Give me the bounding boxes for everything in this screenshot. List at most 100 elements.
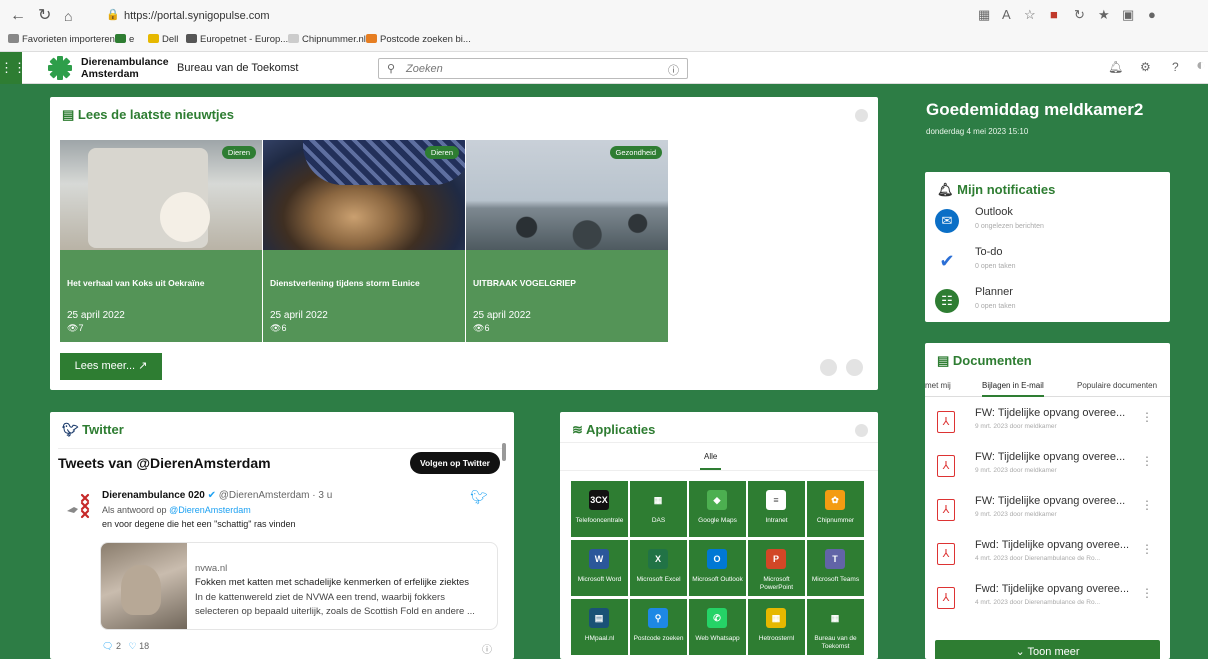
follow-button[interactable]: Volgen op Twitter bbox=[409, 452, 500, 474]
app-tile[interactable]: ✆ Web Whatsapp bbox=[689, 599, 746, 655]
bookmark-item[interactable]: Chipnummer.nl bbox=[288, 34, 366, 45]
document-item[interactable]: ⅄ FW: Tijdelijke opvang overee... 9 mrt.… bbox=[933, 449, 1163, 493]
app-launcher-icon[interactable]: ⋮⋮ bbox=[0, 52, 26, 84]
info-icon[interactable]: ⓘ bbox=[668, 62, 679, 78]
gear-icon[interactable]: ⚙ bbox=[1140, 60, 1151, 74]
card-menu-icon[interactable] bbox=[855, 109, 868, 122]
link-domain: nvwa.nl bbox=[195, 563, 228, 574]
document-meta: 4 mrt. 2023 door Dierenambulance de Ro..… bbox=[975, 555, 1101, 562]
scrollbar[interactable] bbox=[502, 443, 506, 461]
document-item[interactable]: ⅄ Fwd: Tijdelijke opvang overee... 4 mrt… bbox=[933, 537, 1163, 581]
refresh-icon[interactable]: ↻ bbox=[38, 6, 51, 26]
profile-icon[interactable]: ● bbox=[1148, 7, 1156, 22]
reply-icon[interactable]: 🗨︎ bbox=[102, 641, 113, 651]
notification-item-planner[interactable]: ☷ Planner 0 open taken bbox=[935, 286, 1155, 320]
app-tile[interactable]: ✿ Chipnummer bbox=[807, 481, 864, 537]
carousel-next-button[interactable] bbox=[846, 359, 863, 376]
add-favorite-icon[interactable]: ☆ bbox=[1024, 7, 1036, 23]
app-tile[interactable]: ▦ DAS bbox=[630, 481, 687, 537]
bookmark-item[interactable]: Dell bbox=[148, 34, 178, 45]
tweet-text: en voor degene die het een "schattig" ra… bbox=[102, 519, 296, 529]
more-options-icon[interactable]: ⋮ bbox=[1141, 454, 1153, 468]
app-tile[interactable]: X Microsoft Excel bbox=[630, 540, 687, 596]
more-options-icon[interactable]: ⋮ bbox=[1141, 410, 1153, 424]
more-options-icon[interactable]: ⋮ bbox=[1141, 586, 1153, 600]
document-item[interactable]: ⅄ FW: Tijdelijke opvang overee... 9 mrt.… bbox=[933, 493, 1163, 537]
read-more-button[interactable]: Lees meer... ↗ bbox=[60, 353, 162, 380]
tab-shared-with-me[interactable]: met mij bbox=[925, 381, 951, 390]
bookmark-icon bbox=[115, 34, 126, 43]
tab-email-attachments[interactable]: Bijlagen in E-mail bbox=[982, 381, 1044, 397]
app-tile[interactable]: ◆ Google Maps bbox=[689, 481, 746, 537]
app-tile[interactable]: 3CX Telefooncentrale bbox=[571, 481, 628, 537]
bookmark-item[interactable]: e bbox=[115, 34, 134, 45]
twitter-bird-icon[interactable]: 🐦︎ bbox=[470, 489, 488, 506]
app-tile[interactable]: ▦ Hetroosternl bbox=[748, 599, 805, 655]
app-header: ⋮⋮ Dierenambulance Amsterdam Bureau van … bbox=[0, 52, 1208, 84]
favorites-icon[interactable]: ★ bbox=[1098, 7, 1110, 23]
planner-icon: ☷ bbox=[935, 289, 959, 313]
app-tile[interactable]: ▤ HMpaal.nl bbox=[571, 599, 628, 655]
news-item-title: Het verhaal van Koks uit Oekraïne bbox=[67, 278, 205, 288]
card-menu-icon[interactable] bbox=[855, 424, 868, 437]
search-input[interactable]: ⚲ Zoeken ⓘ bbox=[378, 58, 688, 79]
app-tile[interactable]: P Microsoft PowerPoint bbox=[748, 540, 805, 596]
carousel-prev-button[interactable] bbox=[820, 359, 837, 376]
app-tile[interactable]: W Microsoft Word bbox=[571, 540, 628, 596]
more-options-icon[interactable]: ⋮ bbox=[1141, 542, 1153, 556]
tab-popular-documents[interactable]: Populaire documenten bbox=[1077, 381, 1157, 390]
heart-icon[interactable]: ♡ bbox=[128, 641, 136, 651]
app-tile[interactable]: O Microsoft Outlook bbox=[689, 540, 746, 596]
help-icon[interactable]: ? bbox=[1172, 60, 1179, 74]
notification-item-outlook[interactable]: ✉ Outlook 0 ongelezen berichten bbox=[935, 206, 1155, 240]
filter-tab-all[interactable]: Alle bbox=[700, 452, 722, 470]
tweet-actions: 🗨︎ 2 ♡ 18 bbox=[102, 641, 150, 651]
bookmark-item[interactable]: Postcode zoeken bi... bbox=[366, 34, 471, 45]
extension-icon[interactable]: ■ bbox=[1050, 7, 1058, 22]
bookmark-item[interactable]: Europetnet - Europ... bbox=[186, 34, 288, 45]
reply-link[interactable]: @DierenAmsterdam bbox=[169, 505, 251, 515]
news-item[interactable]: Dieren Dienstverlening tijdens storm Eun… bbox=[263, 140, 465, 342]
more-options-icon[interactable]: ⋮ bbox=[1141, 498, 1153, 512]
bookmark-item[interactable]: Favorieten importeren bbox=[8, 34, 115, 45]
app-icon: ◆ bbox=[707, 490, 727, 510]
notification-item-todo[interactable]: ✔ To-do 0 open taken bbox=[935, 246, 1155, 280]
notification-count: 0 open taken bbox=[975, 263, 1016, 270]
app-tile[interactable]: T Microsoft Teams bbox=[807, 540, 864, 596]
app-tile[interactable]: ≡ Intranet bbox=[748, 481, 805, 537]
pdf-icon: ⅄ bbox=[937, 455, 955, 477]
home-icon[interactable]: ⌂ bbox=[64, 6, 72, 26]
sync-icon[interactable]: ↻ bbox=[1074, 7, 1085, 23]
notification-name: To-do bbox=[975, 246, 1003, 258]
avatar[interactable] bbox=[64, 491, 94, 521]
documents-card: ▤ Documenten met mij Bijlagen in E-mail … bbox=[925, 343, 1170, 659]
app-tile[interactable]: ▦ Bureau van de Toekomst bbox=[807, 599, 864, 655]
site-title[interactable]: Bureau van de Toekomst bbox=[177, 62, 298, 74]
show-more-button[interactable]: ⌄ Toon meer bbox=[935, 640, 1160, 659]
views-count: 👁︎6 bbox=[473, 323, 490, 333]
news-item[interactable]: Dieren Het verhaal van Koks uit Oekraïne… bbox=[60, 140, 262, 342]
app-label: Web Whatsapp bbox=[695, 635, 740, 642]
tweet-author[interactable]: Dierenambulance 020 ✔ @DierenAmsterdam ·… bbox=[102, 490, 332, 501]
news-item[interactable]: Gezondheid UITBRAAK VOGELGRIEP 25 april … bbox=[466, 140, 668, 342]
twitter-card: 🐦︎ Twitter Tweets van @DierenAmsterdam V… bbox=[50, 412, 514, 659]
bell-icon[interactable]: 🔔︎ bbox=[1108, 60, 1123, 74]
read-aloud-icon[interactable]: A bbox=[1002, 7, 1011, 22]
app-icon: ✿ bbox=[825, 490, 845, 510]
back-icon[interactable]: ← bbox=[10, 6, 26, 26]
app-icon: ✆ bbox=[707, 608, 727, 628]
news-item-title: UITBRAAK VOGELGRIEP bbox=[473, 278, 576, 288]
browser-chrome: ← ↻ ⌂ 🔒 https://portal.synigopulse.com ▦… bbox=[0, 0, 1208, 52]
app-label: Chipnummer bbox=[816, 517, 855, 524]
document-item[interactable]: ⅄ FW: Tijdelijke opvang overee... 9 mrt.… bbox=[933, 405, 1163, 449]
reader-view-icon[interactable]: ▦ bbox=[978, 7, 990, 23]
app-tile[interactable]: ⚲ Postcode zoeken bbox=[630, 599, 687, 655]
url-field[interactable]: https://portal.synigopulse.com bbox=[124, 10, 270, 22]
mail-icon: ✉ bbox=[935, 209, 959, 233]
twitter-timeline[interactable]: Tweets van @DierenAmsterdam Volgen op Tw… bbox=[58, 443, 506, 659]
collections-icon[interactable]: ▣ bbox=[1122, 7, 1134, 23]
info-icon[interactable]: ⓘ bbox=[482, 641, 492, 656]
avatar[interactable]: ◐ bbox=[1196, 57, 1206, 75]
document-item[interactable]: ⅄ Fwd: Tijdelijke opvang overee... 4 mrt… bbox=[933, 581, 1163, 625]
link-preview-card[interactable]: nvwa.nl Fokken met katten met schadelijk… bbox=[100, 542, 498, 630]
